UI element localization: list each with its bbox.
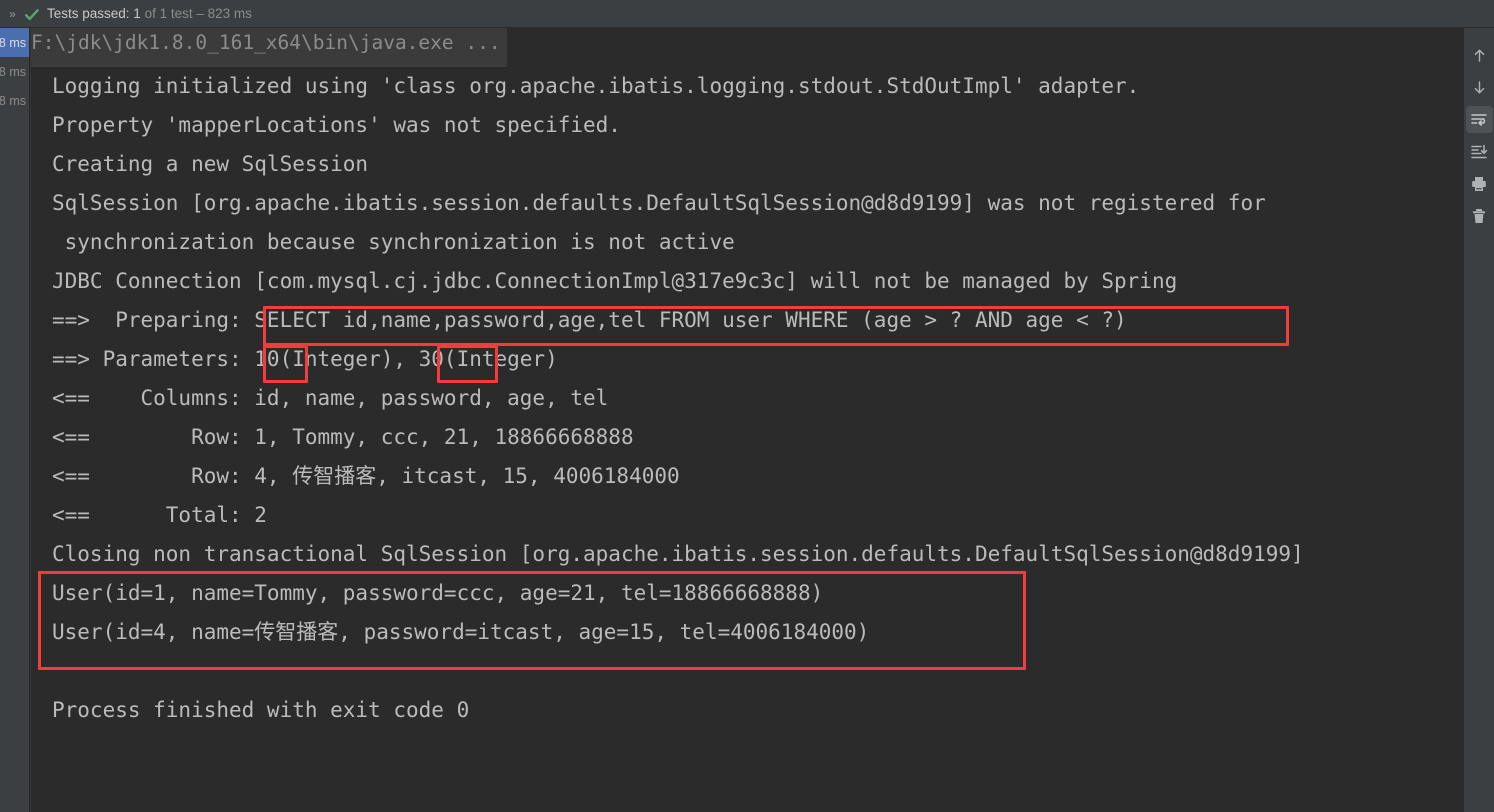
console-line-user-object: User(id=4, name=传智播客, password=itcast, a… <box>52 620 870 644</box>
console-line-sql-parameters: ==> Parameters: 10(Integer), 30(Integer) <box>52 347 558 371</box>
test-status-text: Tests passed: 1 of 1 test – 823 ms <box>47 6 252 21</box>
ide-run-console-window: » Tests passed: 1 of 1 test – 823 ms 8 m… <box>0 0 1494 812</box>
console-line: synchronization because synchronization … <box>52 230 735 254</box>
tests-passed-label: Tests passed: 1 <box>47 6 141 21</box>
print-icon[interactable] <box>1466 170 1493 197</box>
console-line-user-object: User(id=1, name=Tommy, password=ccc, age… <box>52 581 824 605</box>
gutter-timing-item[interactable]: 8 ms <box>0 86 29 115</box>
console-line: Property 'mapperLocations' was not speci… <box>52 113 621 137</box>
console-line: JDBC Connection [com.mysql.cj.jdbc.Conne… <box>52 269 1178 293</box>
console-command-line: F:\jdk\jdk1.8.0_161_x64\bin\java.exe ... <box>31 28 507 67</box>
tests-passed-detail: of 1 test – 823 ms <box>140 6 252 21</box>
console-line: SqlSession [org.apache.ibatis.session.de… <box>52 191 1266 215</box>
console-line-process-finished: Process finished with exit code 0 <box>52 698 470 722</box>
console-line-row: <== Row: 4, 传智播客, itcast, 15, 4006184000 <box>52 464 680 488</box>
console-line-columns: <== Columns: id, name, password, age, te… <box>52 386 609 410</box>
console-command-line-row: F:\jdk\jdk1.8.0_161_x64\bin\java.exe ... <box>31 28 1463 67</box>
expand-toolbar-chevron-icon[interactable]: » <box>0 7 24 21</box>
console-text-area[interactable]: F:\jdk\jdk1.8.0_161_x64\bin\java.exe ...… <box>31 28 1463 730</box>
trash-icon[interactable] <box>1466 202 1493 229</box>
console-side-toolbar <box>1463 28 1494 812</box>
scroll-to-end-icon[interactable] <box>1466 138 1493 165</box>
console-output-panel[interactable]: F:\jdk\jdk1.8.0_161_x64\bin\java.exe ...… <box>31 28 1463 812</box>
gutter-timing-item[interactable]: 8 ms <box>0 28 29 57</box>
soft-wrap-icon[interactable] <box>1465 106 1493 133</box>
scroll-up-icon[interactable] <box>1466 42 1493 69</box>
test-timing-gutter[interactable]: 8 ms 8 ms 8 ms <box>0 28 30 812</box>
console-line: Creating a new SqlSession <box>52 152 369 176</box>
console-line-sql-preparing: ==> Preparing: SELECT id,name,password,a… <box>52 308 1127 332</box>
console-line-total: <== Total: 2 <box>52 503 267 527</box>
green-check-icon <box>24 7 40 23</box>
console-line-row: <== Row: 1, Tommy, ccc, 21, 18866668888 <box>52 425 634 449</box>
test-status-bar: » Tests passed: 1 of 1 test – 823 ms <box>0 0 1494 28</box>
gutter-timing-item[interactable]: 8 ms <box>0 57 29 86</box>
scroll-down-icon[interactable] <box>1466 74 1493 101</box>
console-line: Logging initialized using 'class org.apa… <box>52 74 1140 98</box>
console-line: Closing non transactional SqlSession [or… <box>52 542 1304 566</box>
